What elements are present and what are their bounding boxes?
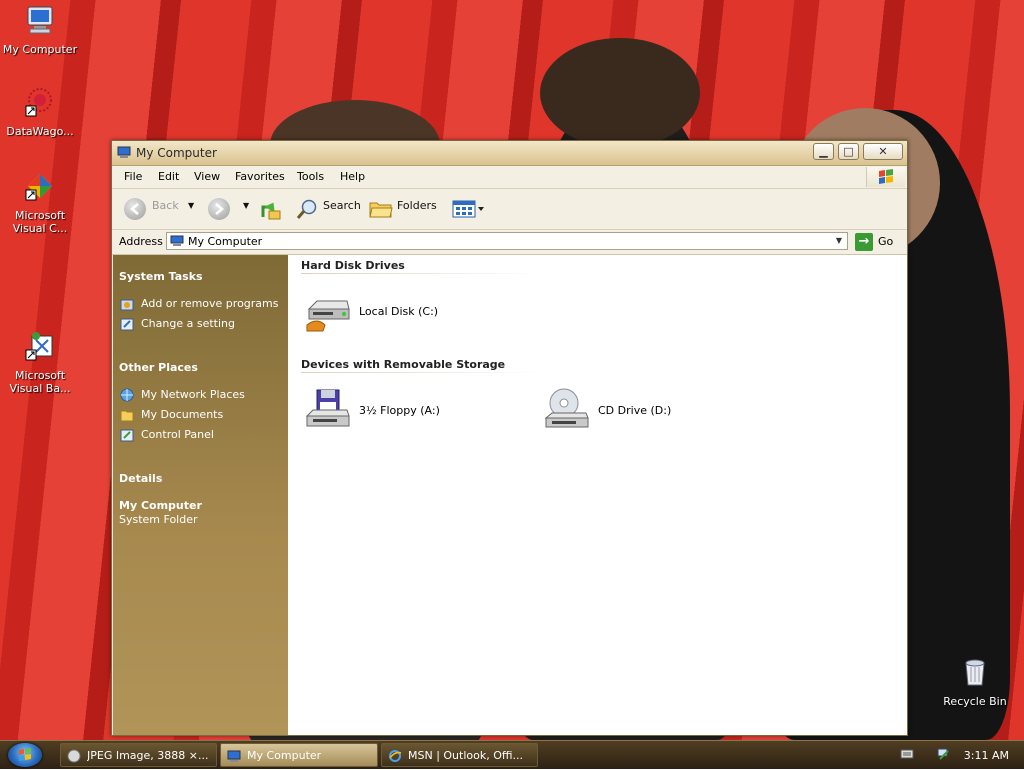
desktop-icon-label: DataWago... (6, 125, 74, 138)
menu-bar: File Edit View Favorites Tools Help (112, 166, 907, 189)
start-button[interactable] (8, 743, 42, 767)
close-button[interactable]: ✕ (863, 143, 903, 160)
system-tray: 3:11 AM (884, 743, 1024, 767)
network-icon[interactable] (936, 747, 950, 761)
group-heading-removable-storage: Devices with Removable Storage (301, 358, 506, 371)
maximize-button[interactable]: □ (838, 143, 859, 160)
network-places-icon (120, 388, 134, 402)
desktop-icon-recycle-bin[interactable]: Recycle Bin (935, 656, 1015, 708)
address-value: My Computer (188, 235, 263, 248)
windows-logo (866, 167, 905, 187)
folders-button[interactable]: Folders (397, 199, 437, 212)
firefox-icon (67, 749, 81, 763)
toolbar: Back ▼ ▼ Search Folders (112, 189, 907, 230)
details-heading[interactable]: Details (119, 472, 162, 485)
control-panel-icon (120, 429, 134, 442)
taskbar-button-my-computer[interactable]: My Computer (220, 743, 378, 767)
menu-file[interactable]: File (124, 170, 142, 183)
drive-label: Local Disk (C:) (359, 305, 439, 318)
forward-dropdown-icon[interactable]: ▼ (243, 201, 249, 210)
windows-flag-icon (19, 748, 31, 761)
my-network-places-link[interactable]: My Network Places (141, 388, 245, 401)
taskbar-button-label: My Computer (247, 749, 322, 762)
menu-tools[interactable]: Tools (297, 170, 324, 183)
computer-icon (117, 146, 131, 158)
computer-icon (170, 235, 184, 246)
up-folder-icon[interactable] (260, 197, 282, 221)
my-documents-link[interactable]: My Documents (141, 408, 223, 421)
menu-edit[interactable]: Edit (158, 170, 179, 183)
datawagon-icon (25, 88, 52, 117)
floppy-drive-icon (305, 389, 350, 427)
details-type: System Folder (119, 513, 198, 526)
hard-disk-icon (306, 300, 350, 332)
back-button-label[interactable]: Back (152, 199, 179, 212)
taskbar-button-label: MSN | Outlook, Offi... (408, 749, 524, 762)
search-icon[interactable] (295, 198, 319, 220)
folders-icon[interactable] (369, 199, 393, 219)
wallpaper-hair-middle (540, 38, 700, 148)
address-input[interactable]: My Computer ▼ (166, 232, 848, 250)
go-label: Go (878, 235, 894, 248)
menu-view[interactable]: View (194, 170, 220, 183)
minimize-button[interactable]: ▁ (813, 143, 834, 160)
drive-local-disk-c[interactable]: Local Disk (C:) (303, 287, 503, 337)
menu-favorites[interactable]: Favorites (235, 170, 285, 183)
address-label: Address (119, 235, 163, 248)
taskbar-button-label: JPEG Image, 3888 ×... (87, 749, 209, 762)
views-icon[interactable] (452, 200, 486, 218)
window-title: My Computer (136, 146, 217, 160)
desktop-icon-label: Recycle Bin (943, 695, 1007, 708)
desktop-icon-visual-basic[interactable]: Microsoft Visual Ba... (0, 330, 80, 395)
taskbar: JPEG Image, 3888 ×... My Computer MSN | … (0, 740, 1024, 769)
keyboard-icon[interactable] (900, 748, 914, 760)
forward-arrow-icon[interactable] (208, 198, 230, 220)
drive-label: 3½ Floppy (A:) (359, 404, 440, 417)
desktop-icon-datawagon[interactable]: DataWago... (0, 86, 80, 138)
menu-help[interactable]: Help (340, 170, 365, 183)
windows-flag-icon (879, 169, 893, 184)
change-setting-icon (120, 318, 134, 331)
group-divider (301, 273, 541, 274)
drive-cd-d[interactable]: CD Drive (D:) (542, 386, 742, 436)
title-bar[interactable]: My Computer ▁ □ ✕ (112, 141, 907, 166)
change-setting-link[interactable]: Change a setting (141, 317, 235, 330)
add-remove-programs-icon (120, 299, 134, 311)
search-button[interactable]: Search (323, 199, 361, 212)
desktop-icon-label: Microsoft Visual Ba... (9, 369, 71, 395)
content-pane: Hard Disk Drives Local Disk (C:) Devices… (288, 255, 907, 735)
control-panel-link[interactable]: Control Panel (141, 428, 214, 441)
my-documents-icon (120, 410, 134, 422)
drive-floppy-a[interactable]: 3½ Floppy (A:) (303, 386, 503, 436)
clock[interactable]: 3:11 AM (964, 749, 1009, 762)
address-dropdown-icon[interactable]: ▼ (831, 233, 847, 249)
group-divider (301, 372, 541, 373)
details-name: My Computer (119, 499, 202, 512)
desktop-icon-visual-c[interactable]: Microsoft Visual C... (0, 170, 80, 235)
add-remove-programs-link[interactable]: Add or remove programs (141, 297, 279, 310)
visual-basic-icon (25, 332, 53, 361)
cd-drive-icon (544, 388, 589, 428)
back-dropdown-icon[interactable]: ▼ (188, 201, 194, 210)
my-computer-window: My Computer ▁ □ ✕ File Edit View Favorit… (111, 140, 908, 736)
back-arrow-icon[interactable] (124, 198, 146, 220)
desktop-icon-label: Microsoft Visual C... (12, 209, 68, 235)
drive-label: CD Drive (D:) (598, 404, 672, 417)
go-button[interactable]: → Go (854, 232, 902, 252)
desktop-icon-my-computer[interactable]: My Computer (0, 4, 80, 56)
go-arrow-icon: → (855, 233, 873, 251)
taskbar-button-msn[interactable]: MSN | Outlook, Offi... (381, 743, 538, 767)
address-bar: Address My Computer ▼ → Go (112, 230, 907, 255)
task-pane: System Tasks Add or remove programs Chan… (113, 255, 288, 735)
system-tasks-heading[interactable]: System Tasks (119, 270, 203, 283)
internet-explorer-icon (389, 750, 402, 762)
group-heading-hard-disk-drives: Hard Disk Drives (301, 259, 405, 272)
recycle-bin-icon (965, 659, 985, 686)
computer-icon (27, 6, 53, 34)
desktop-icon-label: My Computer (2, 43, 78, 56)
computer-icon (227, 750, 241, 762)
taskbar-button-jpeg-image[interactable]: JPEG Image, 3888 ×... (60, 743, 217, 767)
other-places-heading[interactable]: Other Places (119, 361, 198, 374)
visual-studio-icon (25, 174, 52, 201)
